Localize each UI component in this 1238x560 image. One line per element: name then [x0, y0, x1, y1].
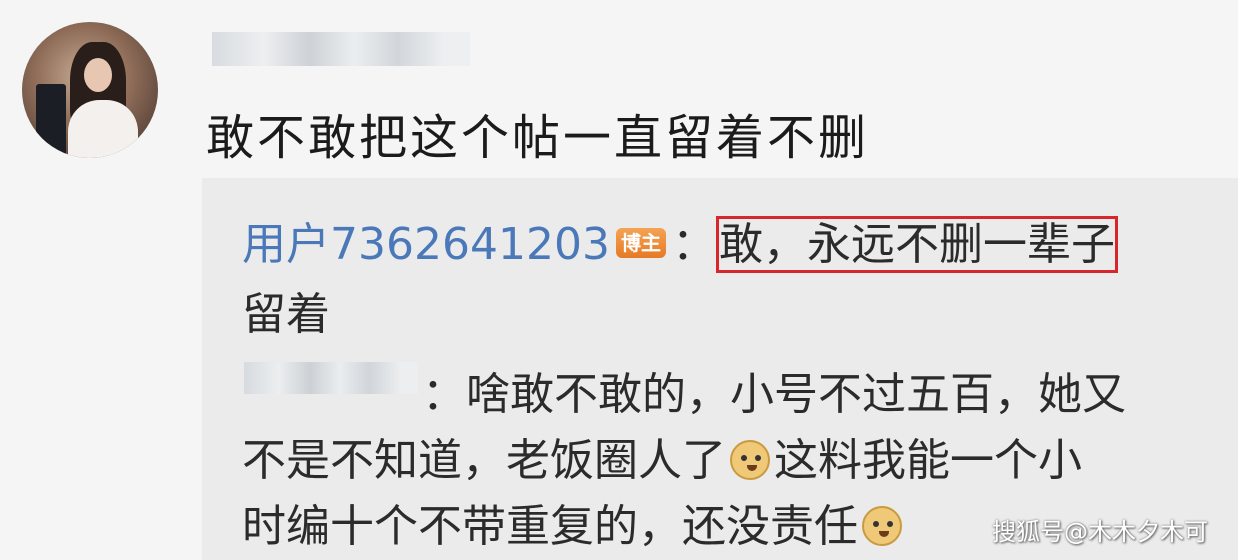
- reply-2-line-2: 不是不知道，老饭圈人了 这料我能一个小: [242, 424, 1082, 488]
- avatar-face: [84, 58, 112, 92]
- avatar-body: [68, 100, 138, 158]
- doge-emoji-icon: [862, 506, 902, 546]
- author-badge: 博主: [615, 228, 666, 258]
- reply-1-highlighted-text: 敢，永远不删一辈子: [715, 216, 1118, 273]
- reply-2-text-2b: 这料我能一个小: [774, 435, 1082, 486]
- reply-2-colon: ：: [422, 369, 466, 420]
- reply-1-colon: ：: [671, 219, 716, 270]
- avatar-monitor: [36, 84, 66, 158]
- reply-2-text-3: 时编十个不带重复的，还没责任: [242, 501, 858, 552]
- reply-1-line-2: 留着: [242, 289, 330, 340]
- reply-1-line-1: 用户7362641203 博主 ：敢，永远不删一辈子: [242, 208, 1118, 273]
- reply-2-text-1: 啥敢不敢的，小号不过五百，她又: [466, 369, 1126, 420]
- blurred-username[interactable]: [212, 32, 470, 66]
- doge-emoji-icon: [730, 440, 770, 480]
- reply-2-line-1: ：啥敢不敢的，小号不过五百，她又: [422, 358, 1126, 422]
- user-avatar[interactable]: [22, 22, 158, 158]
- reply-2-text-2a: 不是不知道，老饭圈人了: [242, 435, 726, 486]
- blurred-username-2[interactable]: [244, 362, 418, 394]
- reply-2-line-3: 时编十个不带重复的，还没责任: [242, 490, 906, 554]
- watermark: 搜狐号@木木夕木可: [992, 518, 1208, 546]
- reply-1-username[interactable]: 用户7362641203: [242, 219, 610, 270]
- post-text: 敢不敢把这个帖一直留着不删: [206, 110, 870, 166]
